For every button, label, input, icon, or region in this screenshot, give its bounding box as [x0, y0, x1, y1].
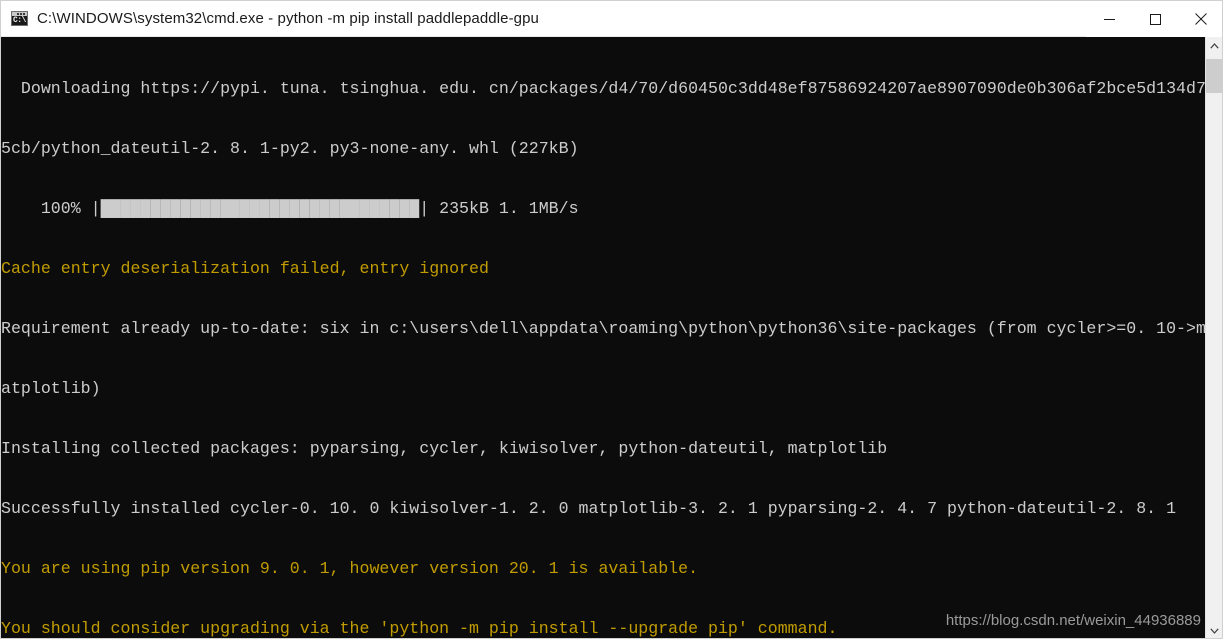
console-line: Successfully installed cycler-0. 10. 0 k… — [1, 499, 1177, 518]
console-line: Downloading https://pypi. tuna. tsinghua… — [1, 79, 1207, 98]
console-line-progress-bar: 100% |████████████████████████████████| … — [1, 199, 579, 218]
window-title: C:\WINDOWS\system32\cmd.exe - python -m … — [37, 10, 540, 27]
console-line: Requirement already up-to-date: six in c… — [1, 319, 1206, 338]
close-button[interactable] — [1178, 1, 1222, 37]
console-line: atplotlib) — [1, 379, 101, 398]
console-text-buffer: Downloading https://pypi. tuna. tsinghua… — [1, 39, 1207, 638]
vertical-scrollbar[interactable] — [1205, 37, 1222, 638]
console-line: 5cb/python_dateutil-2. 8. 1-py2. py3-non… — [1, 139, 579, 158]
title-bar[interactable]: C:\. C:\WINDOWS\system32\cmd.exe - pytho… — [1, 1, 1222, 37]
scrollbar-thumb[interactable] — [1206, 59, 1222, 93]
maximize-button[interactable] — [1132, 1, 1178, 37]
console-line-warning: You are using pip version 9. 0. 1, howev… — [1, 559, 699, 578]
icon-dot — [23, 13, 25, 15]
chevron-down-icon — [1209, 627, 1219, 634]
minimize-button[interactable] — [1086, 1, 1132, 37]
chevron-up-icon — [1209, 42, 1219, 49]
icon-dot — [17, 13, 19, 15]
scroll-up-button[interactable] — [1206, 37, 1222, 54]
console-line: Cache entry deserialization failed, entr… — [1, 259, 489, 278]
icon-dot — [20, 13, 22, 15]
scrollbar-track[interactable] — [1206, 54, 1222, 622]
maximize-icon — [1149, 13, 1161, 25]
close-icon — [1195, 13, 1207, 25]
console-line: Installing collected packages: pyparsing… — [1, 439, 888, 458]
cmd-window: C:\. C:\WINDOWS\system32\cmd.exe - pytho… — [0, 0, 1223, 639]
minimize-icon — [1103, 18, 1115, 20]
watermark-url: https://blog.csdn.net/weixin_44936889 — [945, 612, 1201, 629]
icon-prompt-text: C:\. — [13, 16, 27, 25]
console-output-area[interactable]: Downloading https://pypi. tuna. tsinghua… — [1, 37, 1207, 638]
window-controls — [1086, 1, 1222, 37]
cmd-console-icon: C:\. — [11, 11, 28, 26]
scroll-down-button[interactable] — [1206, 622, 1222, 638]
